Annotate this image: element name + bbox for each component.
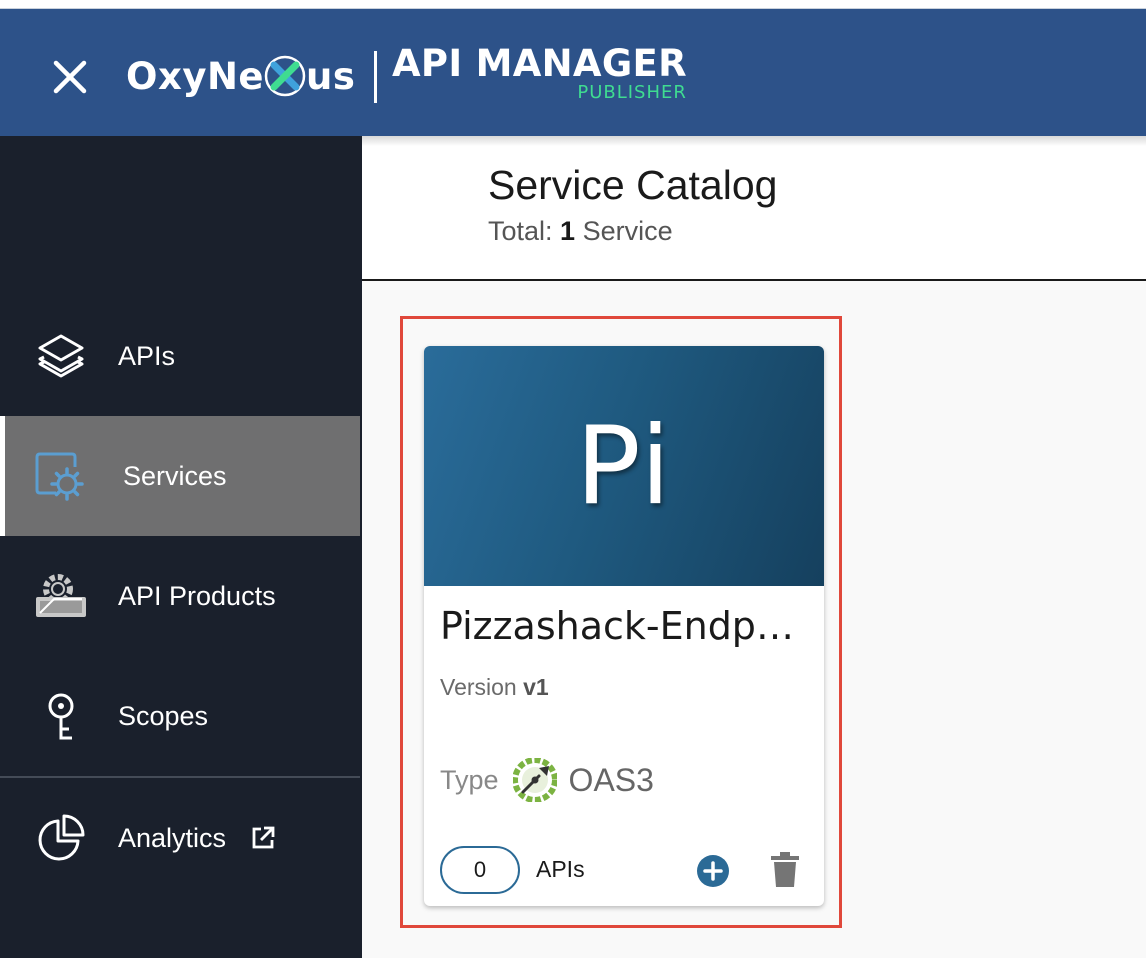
- total-count: 1: [560, 216, 576, 246]
- pie-chart-icon: [34, 811, 88, 865]
- page-title: Service Catalog: [488, 162, 778, 208]
- sidebar: APIs Services API Products Scopes Analyt…: [0, 136, 362, 958]
- service-type: Type OAS3: [440, 756, 654, 804]
- product-subtitle: PUBLISHER: [577, 82, 687, 103]
- close-icon[interactable]: [46, 53, 94, 101]
- brand-logo[interactable]: OxyNe us: [126, 47, 355, 105]
- service-card[interactable]: Pi Pizzashack-Endpoint Version v1 Type O…: [424, 346, 824, 906]
- window-top-edge: [0, 0, 1146, 8]
- brand-text-end: us: [306, 54, 356, 98]
- app-header: OxyNe us API MANAGER PUBLISHER: [0, 8, 1146, 136]
- total-prefix: Total:: [488, 216, 561, 246]
- main-content: Service Catalog Total: 1 Service Pi Pizz…: [362, 136, 1146, 958]
- key-icon: [34, 689, 88, 743]
- sidebar-item-label: APIs: [118, 340, 176, 371]
- version-value: v1: [523, 674, 549, 700]
- brand-text-start: OxyNe: [126, 54, 264, 98]
- sidebar-item-scopes[interactable]: Scopes: [0, 656, 360, 776]
- thumbnail-text: Pi: [575, 403, 673, 529]
- product-name-block: API MANAGER PUBLISHER: [392, 41, 687, 103]
- service-version: Version v1: [440, 674, 549, 701]
- delete-icon[interactable]: [770, 852, 800, 888]
- header-separator: [374, 51, 377, 103]
- api-count-label: APIs: [536, 856, 585, 882]
- api-count-badge: 0: [440, 846, 520, 894]
- header-shadow: [362, 136, 1146, 146]
- brand-x-mark-icon: [264, 55, 306, 97]
- type-label: Type: [440, 764, 499, 795]
- external-link-icon: [252, 826, 275, 849]
- sidebar-item-label: API Products: [118, 580, 276, 611]
- sidebar-item-label: Services: [123, 460, 227, 491]
- add-api-button[interactable]: [696, 854, 730, 888]
- sidebar-item-analytics[interactable]: Analytics: [0, 778, 360, 898]
- service-name[interactable]: Pizzashack-Endpoint: [440, 604, 810, 648]
- version-label: Version: [440, 674, 524, 700]
- type-value: OAS3: [568, 761, 654, 798]
- service-total: Total: 1 Service: [488, 216, 673, 247]
- service-thumbnail: Pi: [424, 346, 824, 586]
- sidebar-item-label: Scopes: [118, 700, 209, 731]
- openapi-icon: [512, 758, 557, 802]
- sidebar-item-label: Analytics: [118, 822, 227, 853]
- services-gear-icon: [34, 449, 88, 503]
- page-header: Service Catalog Total: 1 Service: [362, 136, 1146, 281]
- total-suffix: Service: [575, 216, 673, 246]
- sidebar-item-api-products[interactable]: API Products: [0, 536, 360, 656]
- layers-icon: [34, 329, 88, 383]
- sidebar-item-apis[interactable]: APIs: [0, 296, 360, 416]
- api-products-icon: [34, 569, 88, 623]
- product-name: API MANAGER: [392, 42, 687, 85]
- sidebar-item-services[interactable]: Services: [0, 416, 360, 536]
